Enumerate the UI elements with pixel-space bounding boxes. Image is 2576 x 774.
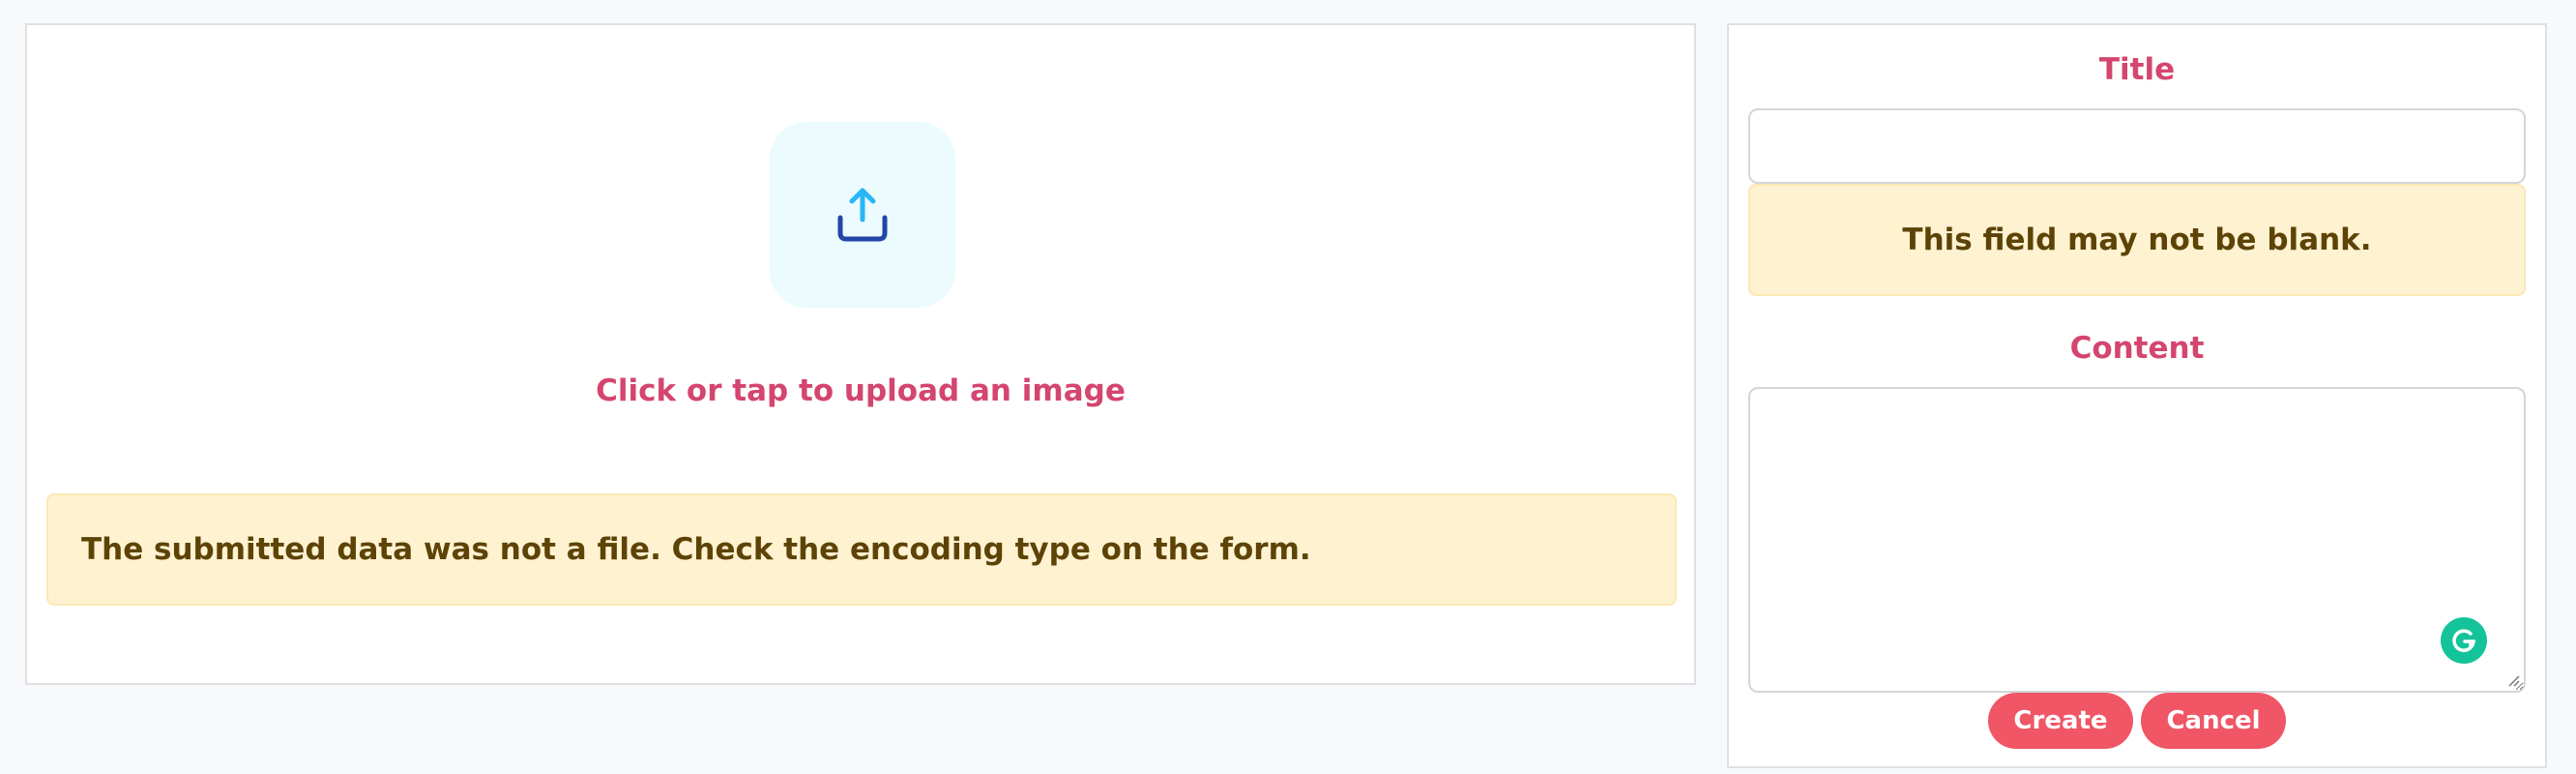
file-error-alert: The submitted data was not a file. Check…: [46, 493, 1677, 606]
content-label: Content: [2069, 331, 2205, 366]
content-textarea[interactable]: [1748, 387, 2526, 693]
title-error-alert: This field may not be blank.: [1748, 184, 2526, 296]
cancel-button[interactable]: Cancel: [2141, 693, 2286, 749]
image-upload-panel: Click or tap to upload an image The subm…: [25, 23, 1696, 685]
upload-caption[interactable]: Click or tap to upload an image: [27, 373, 1694, 408]
upload-dropzone[interactable]: Click or tap to upload an image: [27, 25, 1694, 451]
upload-icon[interactable]: [770, 122, 955, 308]
title-label: Title: [2098, 52, 2176, 87]
resize-grip-icon[interactable]: [2506, 673, 2520, 687]
grammarly-icon[interactable]: [2441, 617, 2487, 664]
create-button[interactable]: Create: [1988, 693, 2133, 749]
title-input[interactable]: [1748, 108, 2526, 184]
post-form-panel: Title This field may not be blank. Conte…: [1727, 23, 2547, 768]
